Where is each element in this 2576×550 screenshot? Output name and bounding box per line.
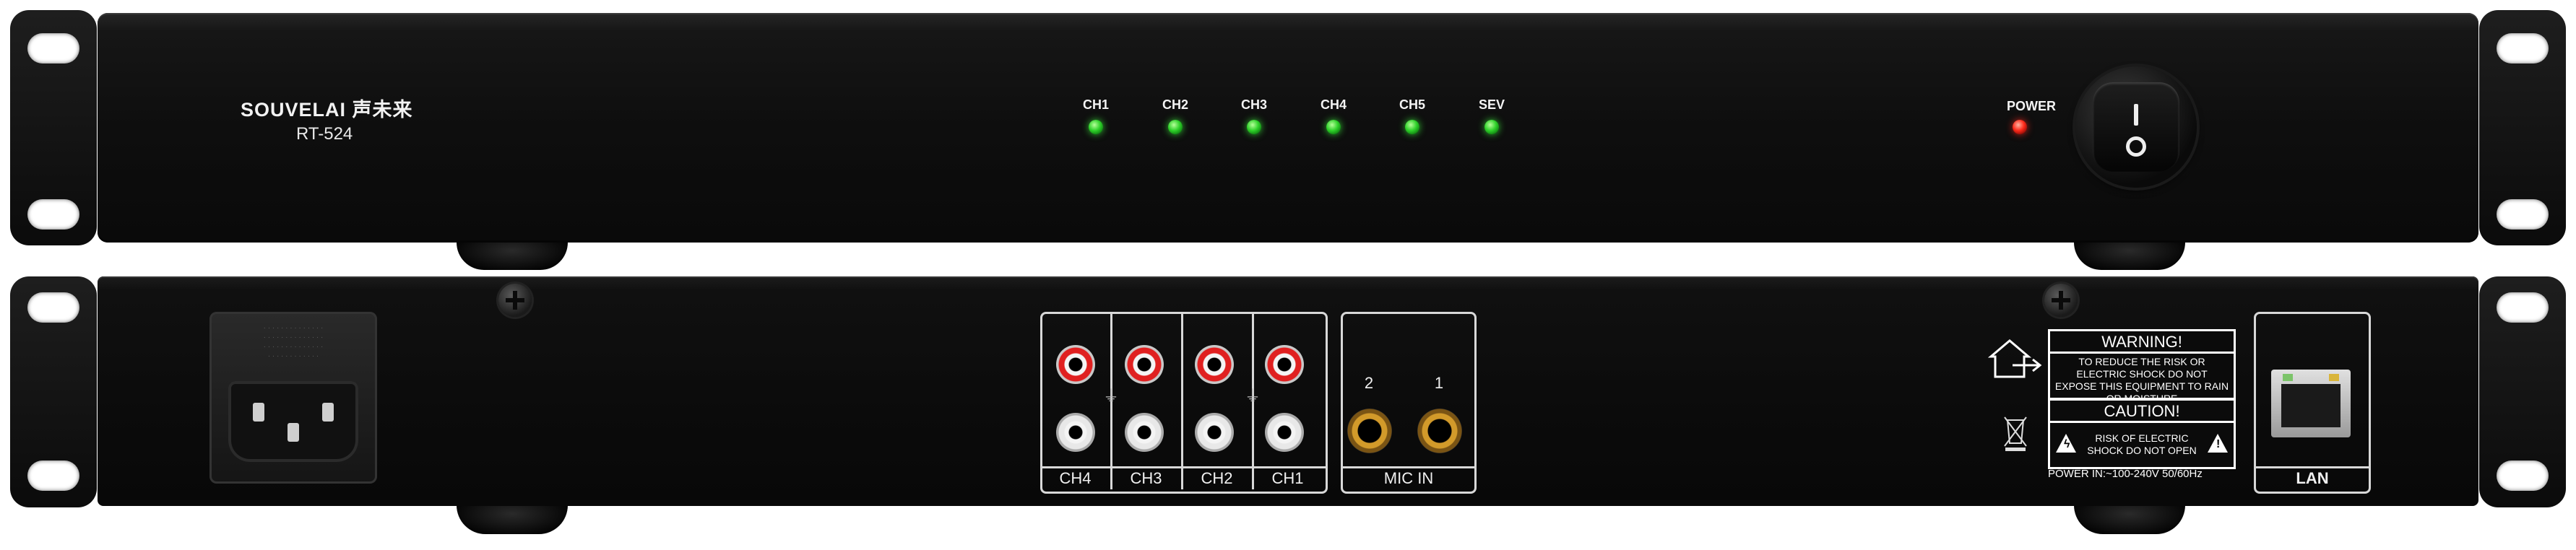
warning-label: WARNING! TO REDUCE THE RISK OR ELECTRIC … <box>2048 329 2236 404</box>
mounting-slot <box>27 199 79 230</box>
caution-title: CAUTION! <box>2104 402 2180 420</box>
mic-in-label: MIC IN <box>1383 469 1434 487</box>
led-label-ch3: CH3 <box>1240 97 1267 112</box>
inlet-fine-print: · · · · · · · · · · · · · · · · · · · · ·… <box>263 324 324 360</box>
shock-hazard-icon: ϟ <box>2056 434 2076 453</box>
rear-right-rack-ear <box>2479 276 2566 507</box>
iec-pin <box>288 423 299 442</box>
power-inlet-plate: · · · · · · · · · · · · · · · · · · · · ·… <box>209 312 377 484</box>
ground-icon: ⏚ <box>1244 387 1261 405</box>
led-indicator-ch4 <box>1326 120 1341 134</box>
rca-jack-ch1-red[interactable] <box>1265 345 1304 384</box>
mounting-slot <box>2497 292 2549 323</box>
rca-jack-ch2-white[interactable] <box>1195 413 1234 452</box>
led-indicator-ch2 <box>1168 120 1183 134</box>
rca-jack-ch1-white[interactable] <box>1265 413 1304 452</box>
mic-jack-2[interactable] <box>1347 409 1392 453</box>
rca-jack-ch4-red[interactable] <box>1056 345 1095 384</box>
lan-activity-led <box>2329 374 2339 381</box>
brand-logo: SOUVELAI 声未来 <box>241 99 413 121</box>
lan-link-led <box>2283 374 2293 381</box>
screw-icon <box>2044 284 2078 317</box>
led-label-ch1: CH1 <box>1082 97 1109 112</box>
mounting-slot <box>2497 199 2549 230</box>
rca-label-ch1: CH1 <box>1271 469 1304 487</box>
screw-icon <box>498 284 532 317</box>
rca-label-ch2: CH2 <box>1201 469 1233 487</box>
power-input-spec: POWER IN:~100-240V 50/60Hz <box>2048 468 2203 480</box>
rca-jack-ch2-red[interactable] <box>1195 345 1234 384</box>
rear-left-rack-ear <box>10 276 97 507</box>
rca-column-divider <box>1181 312 1183 489</box>
rear-foot-left <box>457 505 568 534</box>
exclamation-hazard-icon: ! <box>2208 434 2228 453</box>
mounting-slot <box>2497 460 2549 491</box>
mic-label-divider <box>1341 466 1477 468</box>
warning-title-underline <box>2050 352 2234 354</box>
lan-label-divider <box>2254 466 2371 468</box>
lan-port[interactable] <box>2271 370 2351 437</box>
led-label-ch4: CH4 <box>1320 97 1347 112</box>
mounting-slot <box>27 460 79 491</box>
switch-rocker[interactable] <box>2093 82 2179 172</box>
led-label-ch2: CH2 <box>1162 97 1188 112</box>
led-label-ch5: CH5 <box>1399 97 1425 112</box>
mounting-slot <box>27 33 79 64</box>
led-label-sev: SEV <box>1478 97 1505 112</box>
warning-title: WARNING! <box>2101 333 2182 351</box>
caution-text: RISK OF ELECTRIC SHOCK DO NOT OPEN <box>2087 432 2197 456</box>
ground-icon: ⏚ <box>1102 387 1119 405</box>
model-number: RT-524 <box>296 124 353 144</box>
led-indicator-ch3 <box>1247 120 1261 134</box>
indoor-use-icon <box>1988 339 2042 378</box>
led-indicator-ch5 <box>1405 120 1419 134</box>
rear-foot-right <box>2074 505 2185 534</box>
caution-label: CAUTION! ϟ RISK OF ELECTRIC SHOCK DO NOT… <box>2048 398 2236 469</box>
power-label: POWER <box>2006 99 2056 113</box>
iec-pin <box>253 403 264 422</box>
power-rocker-switch-icon[interactable] <box>2075 66 2197 188</box>
mounting-slot <box>27 292 79 323</box>
led-indicator-sev <box>1484 120 1499 134</box>
mic-label-1: 1 <box>1434 374 1444 392</box>
front-left-rack-ear <box>10 10 97 245</box>
rca-jack-ch3-red[interactable] <box>1125 345 1164 384</box>
switch-off-mark <box>2126 136 2146 157</box>
mic-jack-1[interactable] <box>1417 409 1462 453</box>
front-foot-left <box>457 243 568 270</box>
mic-label-2: 2 <box>1364 374 1374 392</box>
led-indicator-ch1 <box>1089 120 1103 134</box>
caution-title-underline <box>2050 421 2234 423</box>
rca-label-ch3: CH3 <box>1130 469 1162 487</box>
mounting-slot <box>2497 33 2549 64</box>
rca-jack-ch4-white[interactable] <box>1056 413 1095 452</box>
lan-socket <box>2281 384 2341 427</box>
warning-text: TO REDUCE THE RISK OR ELECTRIC SHOCK DO … <box>2054 356 2229 404</box>
rca-jack-ch3-white[interactable] <box>1125 413 1164 452</box>
rca-label-ch4: CH4 <box>1059 469 1092 487</box>
weee-bin-icon <box>2004 416 2027 451</box>
switch-on-mark <box>2134 104 2138 126</box>
iec-power-socket[interactable] <box>228 381 358 462</box>
rca-label-divider <box>1040 466 1328 468</box>
lan-label: LAN <box>2296 469 2329 487</box>
front-right-rack-ear <box>2479 10 2566 245</box>
iec-pin <box>322 403 334 422</box>
power-led <box>2013 120 2027 134</box>
front-foot-right <box>2074 243 2185 270</box>
